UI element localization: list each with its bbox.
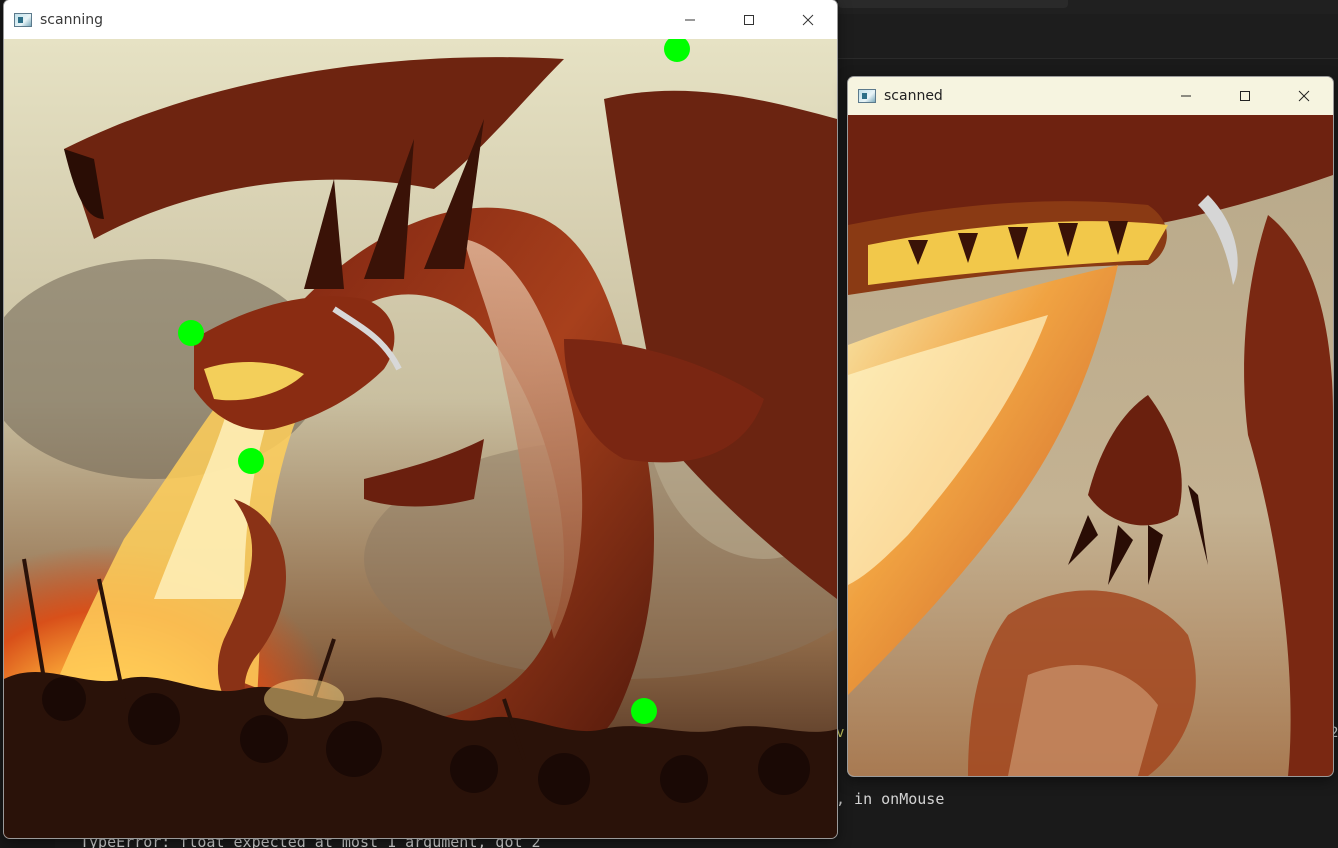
scanning-window-title: scanning [40,11,103,28]
window-controls [660,0,837,39]
scanning-window[interactable]: scanning [4,0,837,838]
scanned-window[interactable]: scanned [848,77,1333,776]
terminal-line-onmouse: , in onMouse [836,790,945,808]
minimize-icon [684,19,695,20]
corner-point-bottom-right[interactable] [631,698,657,724]
scanned-image-output [848,115,1333,776]
scanned-window-title: scanned [884,88,943,104]
scanning-image-canvas[interactable] [4,39,837,838]
maximize-icon [743,14,754,25]
corner-point-top-left[interactable] [178,320,204,346]
minimize-icon [1180,95,1191,97]
desktop: v 2 , in onMouse TypeError: float expect… [0,0,1338,848]
close-button[interactable] [778,0,837,39]
window-controls [1156,77,1333,115]
terminal-fragment-v: v [836,725,845,741]
maximize-button[interactable] [719,0,778,39]
scanning-titlebar[interactable]: scanning [4,0,837,39]
warped-dragon-image [848,115,1333,776]
close-icon [1298,90,1309,102]
opencv-window-icon [858,89,876,103]
corner-point-bottom-left[interactable] [238,448,264,474]
scanned-titlebar[interactable]: scanned [848,77,1333,115]
maximize-icon [1239,91,1250,101]
minimize-button[interactable] [660,0,719,39]
close-icon [802,14,813,25]
terminal-tab-strip[interactable] [838,0,1338,15]
dragon-painting [4,39,837,838]
close-button[interactable] [1274,77,1333,115]
terminal-toolbar [838,14,1338,59]
maximize-button[interactable] [1215,77,1274,115]
minimize-button[interactable] [1156,77,1215,115]
opencv-window-icon [14,12,32,27]
